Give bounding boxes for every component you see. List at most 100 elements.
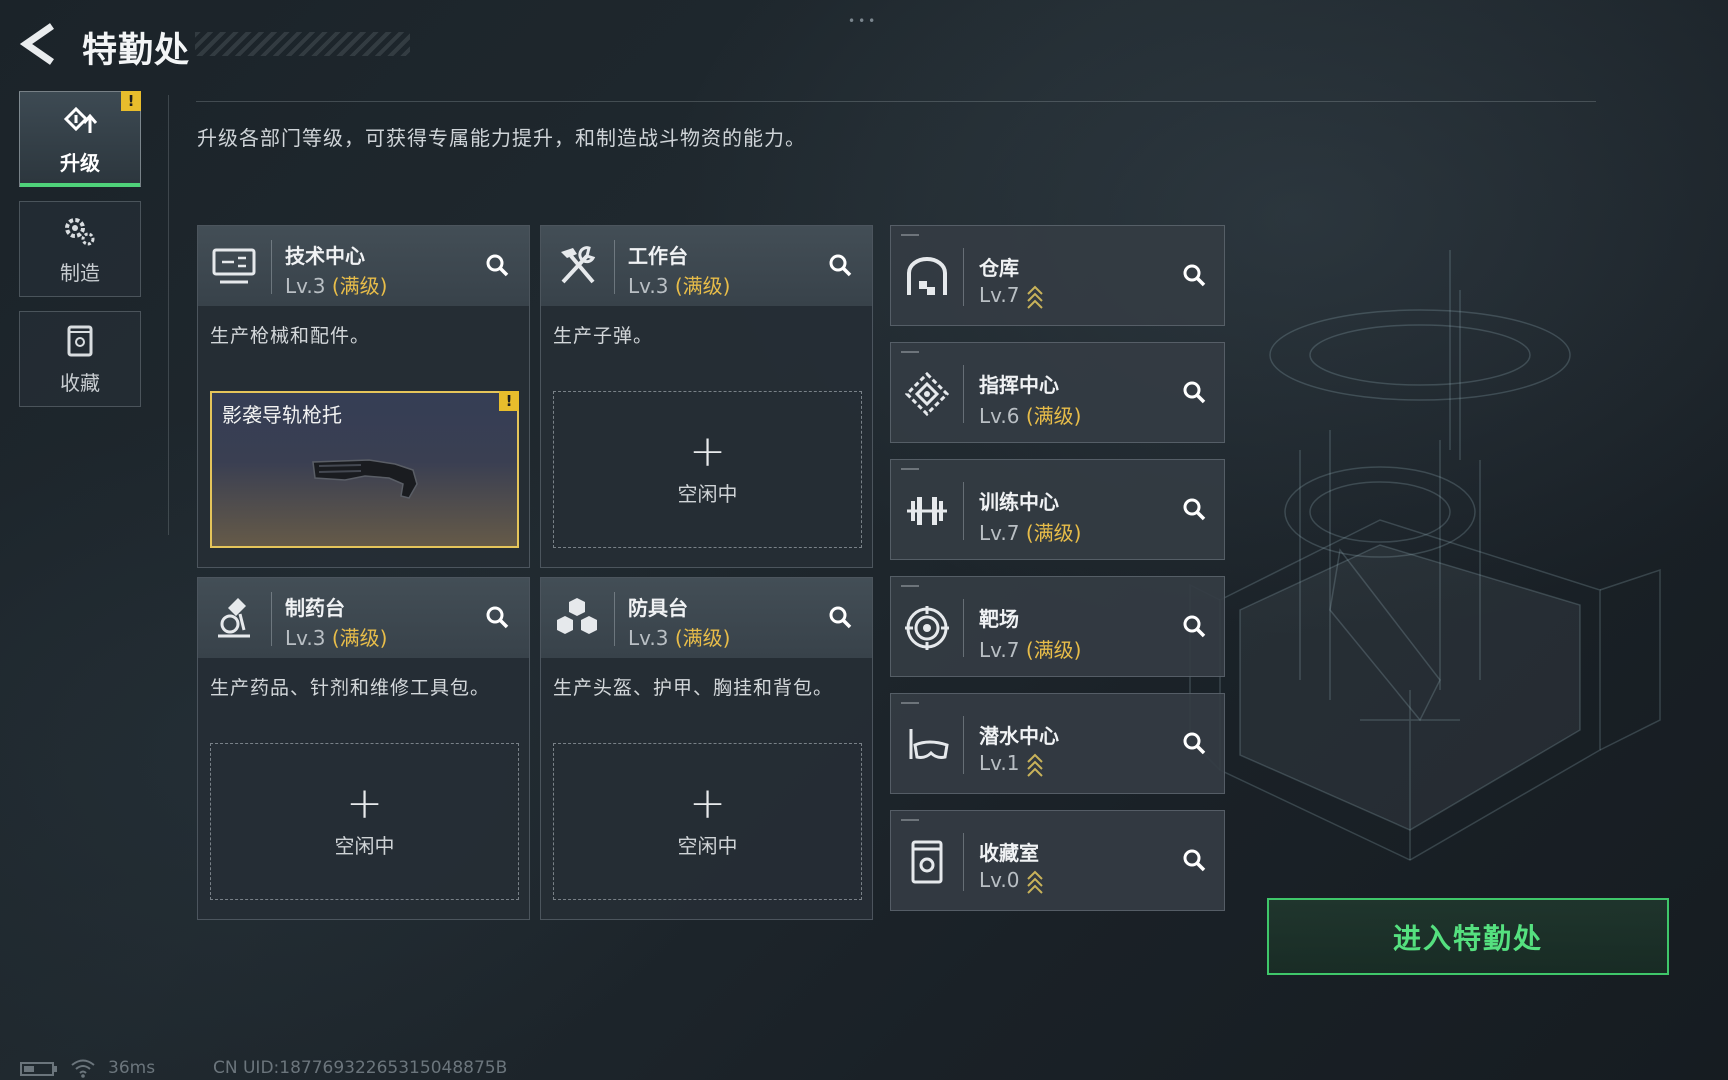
- department-row-training-center[interactable]: 训练中心 Lv.7 (满级): [890, 459, 1225, 560]
- department-name: 靶场: [979, 607, 1019, 631]
- add-icon: +: [346, 778, 383, 829]
- idle-text: 空闲中: [677, 482, 738, 506]
- facility-card-pharmacy: 制药台 Lv.3 (满级) 生产药品、针剂和维修工具包。 + 空闲中: [197, 577, 530, 920]
- department-name: 收藏室: [979, 841, 1039, 865]
- department-level: Lv.0: [979, 868, 1044, 895]
- max-level-tag: (满级): [674, 274, 731, 298]
- level-value: Lv.0: [979, 868, 1020, 892]
- level-value: Lv.7: [979, 638, 1020, 662]
- user-uid: CN UID:18776932265315048875B: [213, 1058, 508, 1078]
- hammer-wrench-icon: [561, 246, 596, 284]
- upgrade-icon: [63, 106, 98, 133]
- facility-description: 生产枪械和配件。: [210, 325, 371, 347]
- facility-name: 防具台: [628, 596, 688, 620]
- department-name: 仓库: [979, 256, 1019, 280]
- collection-jar-icon: [67, 325, 93, 356]
- upgrade-available-icon: [1026, 753, 1043, 777]
- tab-upgrade[interactable]: 升级 !: [19, 91, 141, 187]
- idle-text: 空闲中: [677, 834, 738, 858]
- max-level-tag: (满级): [1025, 521, 1082, 545]
- facility-level: Lv.3 (满级): [628, 270, 730, 299]
- page-title: 特勤处: [82, 31, 191, 71]
- department-row-shooting-range[interactable]: 靶场 Lv.7 (满级): [890, 576, 1225, 677]
- level-value: Lv.3: [628, 274, 669, 298]
- title-decoration: [195, 32, 410, 56]
- wifi-icon: [71, 1059, 95, 1078]
- facility-card-tech-center: 技术中心 Lv.3 (满级) 生产枪械和配件。 影袭导轨枪托 !: [197, 225, 530, 568]
- search-icon[interactable]: [1176, 608, 1214, 646]
- battery-icon: [20, 1062, 57, 1076]
- separator: [963, 599, 964, 657]
- tab-label: 制造: [60, 260, 100, 285]
- separator: [963, 248, 964, 306]
- level-value: Lv.3: [285, 274, 326, 298]
- facility-level: Lv.3 (满级): [285, 270, 387, 299]
- facility-card-workbench: 工作台 Lv.3 (满级) 生产子弹。 + 空闲中: [540, 225, 873, 568]
- separator: [963, 716, 964, 774]
- search-icon[interactable]: [479, 599, 517, 637]
- back-arrow-icon[interactable]: [18, 22, 58, 66]
- page-description: 升级各部门等级，可获得专属能力提升，和制造战斗物资的能力。: [197, 126, 806, 150]
- max-level-tag: (满级): [1025, 638, 1082, 662]
- level-value: Lv.7: [979, 521, 1020, 545]
- production-slot[interactable]: + 空闲中: [210, 743, 519, 900]
- facility-name: 工作台: [628, 244, 688, 268]
- microscope-icon: [218, 598, 250, 638]
- separator: [614, 592, 615, 646]
- hologram-base-illustration: [1189, 250, 1661, 861]
- production-slot[interactable]: + 空闲中: [553, 743, 862, 900]
- facility-description: 生产子弹。: [553, 325, 654, 347]
- department-level: Lv.7: [979, 283, 1044, 310]
- tab-label: 收藏: [60, 370, 100, 395]
- add-icon: +: [689, 778, 726, 829]
- department-name: 潜水中心: [979, 724, 1059, 748]
- rifle-stock-image: [311, 458, 418, 499]
- tab-collection[interactable]: 收藏: [19, 311, 141, 407]
- department-row-diving-center[interactable]: 潜水中心 Lv.1: [890, 693, 1225, 794]
- production-slot[interactable]: 影袭导轨枪托 !: [210, 391, 519, 548]
- facility-description: 生产药品、针剂和维修工具包。: [210, 677, 491, 699]
- enter-special-ops-button[interactable]: 进入特勤处: [1267, 898, 1669, 975]
- department-row-warehouse[interactable]: 仓库 Lv.7: [890, 225, 1225, 326]
- facility-name: 制药台: [285, 596, 345, 620]
- diving-mask-icon: [909, 729, 949, 759]
- warning-badge: !: [121, 91, 141, 111]
- department-row-collection-room[interactable]: 收藏室 Lv.0: [890, 810, 1225, 911]
- search-icon[interactable]: [822, 599, 860, 637]
- search-icon[interactable]: [1176, 491, 1214, 529]
- active-tab-indicator: [20, 183, 140, 187]
- department-row-command-center[interactable]: 指挥中心 Lv.6 (满级): [890, 342, 1225, 443]
- divider: [196, 101, 1596, 102]
- level-value: Lv.1: [979, 751, 1020, 775]
- target-icon: [905, 606, 949, 650]
- idle-text: 空闲中: [334, 834, 395, 858]
- divider: [168, 95, 169, 535]
- upgrade-available-icon: [1026, 285, 1043, 309]
- search-icon[interactable]: [1176, 842, 1214, 880]
- department-name: 训练中心: [979, 490, 1059, 514]
- level-value: Lv.7: [979, 283, 1020, 307]
- separator: [614, 240, 615, 294]
- separator: [963, 833, 964, 891]
- production-slot[interactable]: + 空闲中: [553, 391, 862, 548]
- warehouse-icon: [907, 257, 947, 295]
- facility-description: 生产头盔、护甲、胸挂和背包。: [553, 677, 834, 699]
- item-name: 影袭导轨枪托: [222, 403, 342, 427]
- upgrade-available-icon: [1026, 870, 1043, 894]
- search-icon[interactable]: [822, 247, 860, 285]
- search-icon[interactable]: [1176, 257, 1214, 295]
- level-value: Lv.3: [628, 626, 669, 650]
- department-level: Lv.1: [979, 751, 1044, 778]
- separator: [963, 482, 964, 540]
- search-icon[interactable]: [1176, 725, 1214, 763]
- separator: [271, 240, 272, 294]
- warning-badge: !: [499, 391, 519, 411]
- search-icon[interactable]: [479, 247, 517, 285]
- search-icon[interactable]: [1176, 374, 1214, 412]
- computer-icon: [212, 248, 256, 284]
- ping-readout: 36ms: [108, 1058, 156, 1078]
- tab-craft[interactable]: 制造: [19, 201, 141, 297]
- cubes-icon: [557, 598, 597, 634]
- collection-jar-icon: [911, 840, 943, 884]
- tab-label: 升级: [60, 150, 100, 175]
